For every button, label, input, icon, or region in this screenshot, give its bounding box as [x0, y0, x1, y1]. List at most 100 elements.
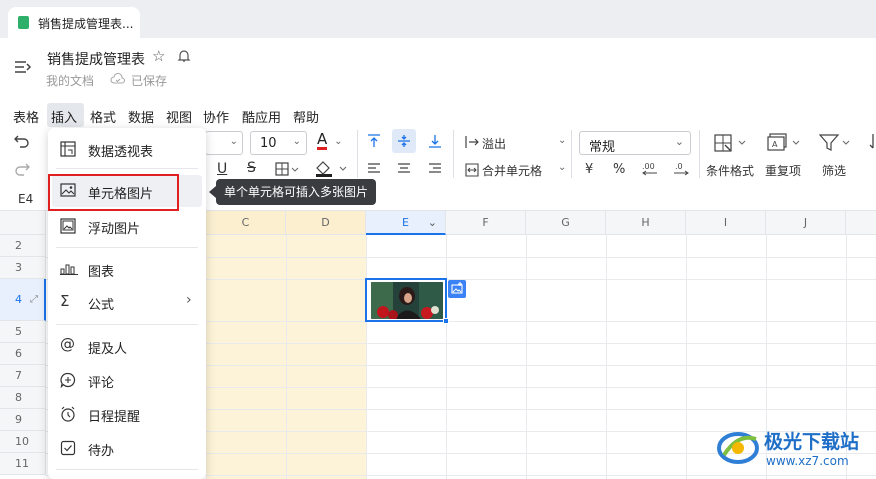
menu-item-floating-image[interactable]: 浮动图片	[48, 210, 206, 242]
row-header-4[interactable]: 4 ⤢	[0, 279, 46, 321]
menu-format[interactable]: 格式	[90, 107, 116, 126]
duplicate-label[interactable]: 重复项	[765, 162, 801, 179]
filter-label[interactable]: 筛选	[822, 162, 846, 179]
decrease-decimal-icon[interactable]: .00	[641, 160, 661, 179]
row-header-3[interactable]: 3	[0, 257, 46, 279]
menu-item-mention[interactable]: @ 提及人	[48, 330, 206, 362]
menu-label: 浮动图片	[88, 222, 141, 237]
bell-icon[interactable]	[177, 49, 191, 66]
row-header-10[interactable]: 10	[0, 431, 46, 453]
number-format-dropdown[interactable]: 常规 ⌄	[579, 131, 691, 155]
fill-color-icon[interactable]	[314, 161, 348, 180]
insert-menu: 数据透视表 单元格图片 浮动图片 图表 Σ 公式 › @ 提及人 评论 日程提醒…	[48, 128, 206, 479]
border-icon[interactable]	[275, 162, 299, 179]
column-header-h[interactable]: H	[606, 211, 686, 235]
menu-insert[interactable]: 插入	[51, 107, 77, 126]
overflow-label[interactable]: 溢出	[482, 135, 506, 152]
conditional-format-label[interactable]: 条件格式	[706, 162, 754, 179]
currency-button[interactable]: ¥	[585, 162, 593, 177]
cell-name-box[interactable]: E4	[18, 192, 33, 206]
percent-button[interactable]: %	[613, 162, 625, 177]
conditional-format-icon[interactable]	[714, 134, 748, 155]
duplicate-icon[interactable]: A	[767, 133, 803, 156]
chevron-down-icon: ⌄	[334, 136, 343, 147]
merge-cells-icon[interactable]	[465, 163, 479, 180]
strikethrough-icon[interactable]: S	[247, 160, 256, 176]
image-edit-icon[interactable]	[448, 280, 466, 298]
row-4-label: 4	[15, 293, 22, 306]
row-header-2[interactable]: 2	[0, 235, 46, 257]
chevron-down-icon: ⌄	[229, 136, 238, 147]
column-header-i[interactable]: I	[686, 211, 766, 235]
doc-title[interactable]: 销售提成管理表	[47, 49, 145, 69]
overflow-icon[interactable]	[465, 135, 479, 152]
align-center-icon[interactable]	[397, 163, 411, 178]
align-top-icon[interactable]	[367, 134, 381, 151]
menu-item-todo[interactable]: 待办	[48, 432, 206, 464]
font-size-value: 10	[260, 136, 277, 151]
increase-decimal-icon[interactable]: .0	[672, 160, 692, 179]
align-right-icon[interactable]	[428, 163, 442, 178]
menu-apps[interactable]: 酷应用	[242, 107, 281, 126]
menu-item-pivot-table[interactable]: 数据透视表	[48, 133, 206, 165]
tooltip: 单个单元格可插入多张图片	[216, 179, 376, 205]
row-header-9[interactable]: 9	[0, 409, 46, 431]
column-header-g[interactable]: G	[526, 211, 606, 235]
filter-icon[interactable]	[818, 134, 853, 155]
svg-text:.0: .0	[675, 162, 683, 171]
selected-cell-e4[interactable]	[365, 278, 449, 324]
chevron-down-icon[interactable]: ⌄	[558, 162, 566, 173]
redo-icon[interactable]	[13, 161, 31, 180]
row-header-11[interactable]: 11	[0, 453, 46, 475]
row-header-8[interactable]: 8	[0, 387, 46, 409]
cell-image[interactable]	[371, 282, 443, 319]
menu-item-comment[interactable]: 评论	[48, 364, 206, 396]
row-header-7[interactable]: 7	[0, 365, 46, 387]
column-header-next[interactable]	[846, 211, 876, 235]
underline-icon[interactable]: U	[217, 161, 227, 177]
menu-item-chart[interactable]: 图表	[48, 253, 206, 285]
star-icon[interactable]: ☆	[152, 47, 165, 65]
column-header-e[interactable]: E ⌄	[366, 211, 446, 235]
font-family-dropdown[interactable]: ⌄	[205, 131, 243, 155]
column-header-d[interactable]: D	[286, 211, 366, 235]
menu-collab[interactable]: 协作	[203, 107, 229, 126]
column-header-j[interactable]: J	[766, 211, 846, 235]
column-e-label: E	[402, 216, 409, 229]
font-size-dropdown[interactable]: 10 ⌄	[250, 131, 307, 155]
chevron-down-icon[interactable]: ⌄	[558, 135, 566, 146]
align-middle-button[interactable]	[392, 129, 416, 153]
watermark-name: 极光下载站	[764, 431, 860, 453]
menu-item-formula[interactable]: Σ 公式 ›	[48, 286, 206, 318]
cloud-saved-icon	[110, 72, 126, 88]
expand-sidebar-icon[interactable]	[14, 60, 32, 77]
highlight-box	[48, 174, 179, 211]
number-format-value: 常规	[589, 140, 616, 155]
menu-table[interactable]: 表格	[13, 107, 39, 126]
menu-view[interactable]: 视图	[166, 107, 192, 126]
merge-cells-label[interactable]: 合并单元格	[482, 162, 542, 179]
watermark: 极光下载站 www.xz7.com	[716, 421, 866, 474]
browser-tab[interactable]: 销售提成管理表...	[8, 7, 140, 38]
menu-label: 提及人	[88, 342, 128, 357]
undo-icon[interactable]	[13, 133, 31, 152]
align-bottom-icon[interactable]	[428, 134, 442, 151]
column-header-f[interactable]: F	[446, 211, 526, 235]
fill-handle[interactable]	[443, 318, 449, 324]
doc-location[interactable]: 我的文档	[46, 72, 94, 89]
more-tool-icon[interactable]	[869, 133, 876, 154]
menu-help[interactable]: 帮助	[293, 107, 319, 126]
menu-data[interactable]: 数据	[128, 107, 154, 126]
row-header-5[interactable]: 5	[0, 321, 46, 343]
font-color-button[interactable]: A ⌄	[317, 132, 342, 150]
align-left-icon[interactable]	[367, 163, 381, 178]
menu-item-reminder[interactable]: 日程提醒	[48, 398, 206, 430]
row-header-6[interactable]: 6	[0, 343, 46, 365]
chevron-down-icon: ⌄	[292, 136, 301, 147]
row-resize-icon[interactable]: ⤢	[30, 279, 38, 321]
chevron-down-icon[interactable]: ⌄	[428, 211, 437, 235]
sheet-file-icon	[18, 16, 29, 29]
column-header-c[interactable]: C	[206, 211, 286, 235]
menu-label: 公式	[88, 298, 115, 313]
corner-header[interactable]	[0, 211, 46, 235]
